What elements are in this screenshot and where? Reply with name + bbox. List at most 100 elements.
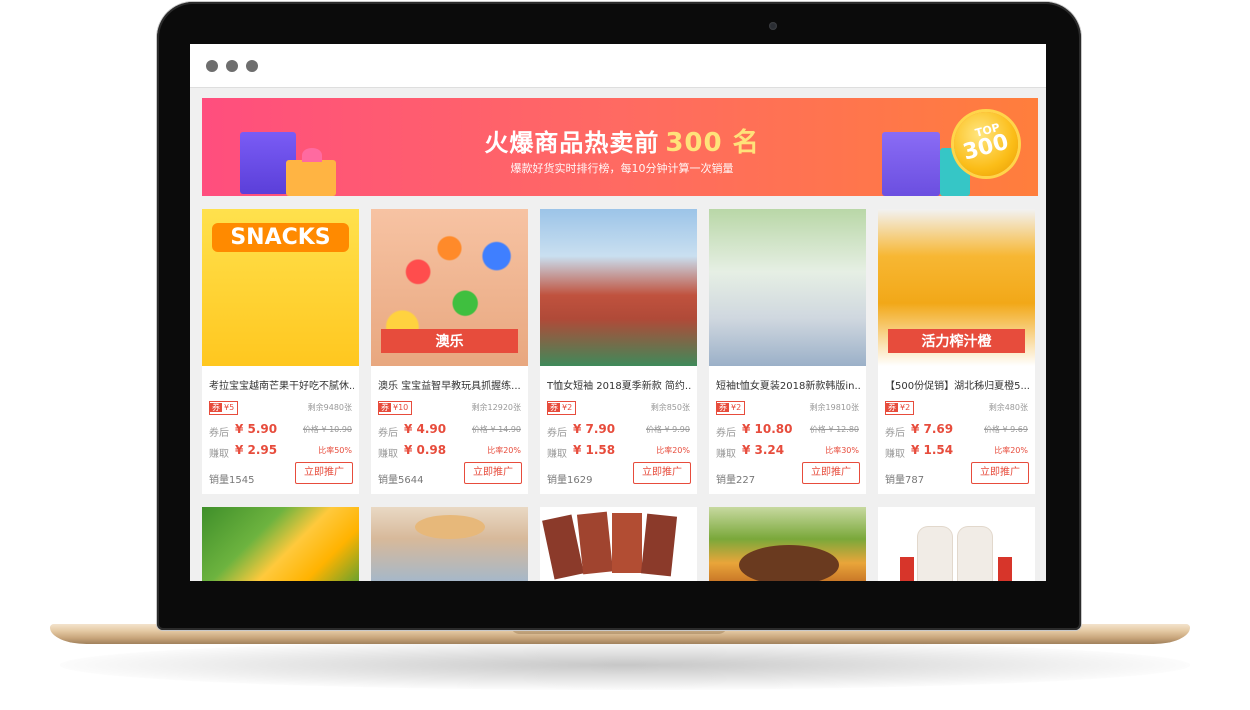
coupon-remaining: 剩余9480张 [307, 403, 352, 412]
camera-icon [769, 22, 777, 30]
coupon-remaining: 剩余480张 [988, 403, 1028, 412]
pastry-filling-shape [739, 545, 839, 581]
product-image-caption: 澳乐 [381, 329, 518, 353]
top-300-badge: TOP 300 [954, 112, 1018, 176]
original-price: 价格 ¥ 12.80 [809, 425, 859, 434]
snack-pack-shape [640, 513, 678, 577]
coupon-value: ¥2 [562, 403, 573, 412]
product-title[interactable]: 短袖t恤女夏装2018新款韩版in... [716, 377, 861, 392]
price-row: 券后 ¥ 7.90 价格 ¥ 9.90 [547, 422, 690, 439]
coupon-prefix: 券 [886, 403, 898, 412]
commission-rate: 比率50% [318, 446, 352, 455]
snack-pack-shape [612, 513, 642, 573]
product-title[interactable]: 【500份促销】湖北秭归夏橙5... [885, 377, 1030, 392]
sales-count: 销量5644 [378, 475, 424, 486]
earn-row: 赚取 ¥ 3.24 比率30% [716, 443, 859, 460]
sales-count: 销量787 [885, 475, 925, 486]
bottle-shape [918, 527, 952, 581]
coupon-badge: 券 ¥10 [378, 401, 413, 415]
product-image[interactable] [709, 209, 866, 366]
snack-pack-shape [576, 511, 614, 575]
product-card-partial[interactable] [202, 507, 359, 581]
coupon-row: 券 ¥5 剩余9480张 [209, 401, 352, 415]
product-image[interactable]: SNACKS [202, 209, 359, 366]
commission-rate: 比率20% [994, 446, 1028, 455]
product-card[interactable]: 活力榨汁橙 【500份促销】湖北秭归夏橙5... 券 ¥2 剩余480张 券后 ¥… [878, 209, 1035, 494]
after-coupon-price: ¥ 4.90 [404, 422, 447, 436]
promote-button[interactable]: 立即推广 [633, 462, 691, 484]
product-image[interactable]: 澳乐 [371, 209, 528, 366]
product-card-partial[interactable] [371, 507, 528, 581]
shopping-bag-icon [882, 132, 940, 196]
product-title[interactable]: 考拉宝宝越南芒果干好吃不腻休... [209, 377, 354, 392]
price-row: 券后 ¥ 10.80 价格 ¥ 12.80 [716, 422, 859, 439]
after-coupon-label: 券后 [716, 428, 736, 439]
coupon-value: ¥10 [393, 403, 409, 412]
product-title[interactable]: 澳乐 宝宝益智早教玩具抓握练... [378, 377, 523, 392]
earn-label: 赚取 [209, 449, 229, 460]
original-price: 价格 ¥ 10.90 [302, 425, 352, 434]
window-dot-icon[interactable] [246, 60, 258, 72]
commission-rate: 比率20% [656, 446, 690, 455]
window-dot-icon[interactable] [226, 60, 238, 72]
mango-image [202, 507, 359, 581]
after-coupon-label: 券后 [885, 428, 905, 439]
promote-button[interactable]: 立即推广 [295, 462, 353, 484]
banner-title: 火爆商品热卖前 300 名 [472, 122, 772, 159]
earn-label: 赚取 [547, 449, 567, 460]
coupon-badge: 券 ¥5 [209, 401, 239, 415]
coupon-value: ¥2 [731, 403, 742, 412]
product-card-partial[interactable] [540, 507, 697, 581]
original-price: 价格 ¥ 9.69 [984, 425, 1028, 434]
after-coupon-label: 券后 [378, 428, 398, 439]
flower-shape [900, 557, 914, 581]
earn-amount: ¥ 2.95 [235, 443, 278, 457]
banner-subtitle: 爆款好货实时排行榜，每10分钟计算一次销量 [510, 162, 734, 175]
product-card-partial[interactable] [878, 507, 1035, 581]
product-card[interactable]: SNACKS 考拉宝宝越南芒果干好吃不腻休... 券 ¥5 剩余9480张 券后 … [202, 209, 359, 494]
price-row: 券后 ¥ 4.90 价格 ¥ 14.90 [378, 422, 521, 439]
earn-row: 赚取 ¥ 1.54 比率20% [885, 443, 1028, 460]
original-price: 价格 ¥ 9.90 [646, 425, 690, 434]
product-image-caption: 活力榨汁橙 [888, 329, 1025, 353]
earn-label: 赚取 [885, 449, 905, 460]
coupon-remaining: 剩余850张 [650, 403, 690, 412]
after-coupon-price: ¥ 5.90 [235, 422, 278, 436]
gift-bow-icon [302, 148, 322, 162]
product-card[interactable]: 短袖t恤女夏装2018新款韩版in... 券 ¥2 剩余19810张 券后 ¥ 1… [709, 209, 866, 494]
coupon-badge: 券 ¥2 [885, 401, 915, 415]
coupon-prefix: 券 [717, 403, 729, 412]
bottle-shape [958, 527, 992, 581]
product-card[interactable]: T恤女短袖 2018夏季新款 简约... 券 ¥2 剩余850张 券后 ¥ 7.9… [540, 209, 697, 494]
earn-label: 赚取 [716, 449, 736, 460]
browser-screen: 火爆商品热卖前 300 名 爆款好货实时排行榜，每10分钟计算一次销量 TOP 3… [190, 44, 1046, 581]
product-image[interactable]: 活力榨汁橙 [878, 209, 1035, 366]
hot-sale-banner[interactable]: 火爆商品热卖前 300 名 爆款好货实时排行榜，每10分钟计算一次销量 TOP 3… [202, 98, 1038, 196]
after-coupon-label: 券后 [547, 428, 567, 439]
banner-title-number: 300 名 [665, 128, 760, 158]
earn-amount: ¥ 1.58 [573, 443, 616, 457]
sales-count: 销量227 [716, 475, 756, 486]
price-row: 券后 ¥ 7.69 价格 ¥ 9.69 [885, 422, 1028, 439]
promote-button[interactable]: 立即推广 [802, 462, 860, 484]
coupon-remaining: 剩余19810张 [809, 403, 859, 412]
earn-row: 赚取 ¥ 0.98 比率20% [378, 443, 521, 460]
earn-row: 赚取 ¥ 1.58 比率20% [547, 443, 690, 460]
earn-amount: ¥ 1.54 [911, 443, 954, 457]
coupon-row: 券 ¥10 剩余12920张 [378, 401, 521, 415]
product-image[interactable] [540, 209, 697, 366]
earn-label: 赚取 [378, 449, 398, 460]
promote-button[interactable]: 立即推广 [971, 462, 1029, 484]
coupon-value: ¥5 [224, 403, 235, 412]
sales-count: 销量1629 [547, 475, 593, 486]
after-coupon-price: ¥ 10.80 [742, 422, 793, 436]
promote-button[interactable]: 立即推广 [464, 462, 522, 484]
window-dot-icon[interactable] [206, 60, 218, 72]
flower-shape [998, 557, 1012, 581]
coupon-value: ¥2 [900, 403, 911, 412]
earn-amount: ¥ 0.98 [404, 443, 447, 457]
product-title[interactable]: T恤女短袖 2018夏季新款 简约... [547, 377, 692, 392]
product-card-partial[interactable] [709, 507, 866, 581]
sales-count: 销量1545 [209, 475, 255, 486]
product-card[interactable]: 澳乐 澳乐 宝宝益智早教玩具抓握练... 券 ¥10 剩余12920张 券后 ¥ … [371, 209, 528, 494]
